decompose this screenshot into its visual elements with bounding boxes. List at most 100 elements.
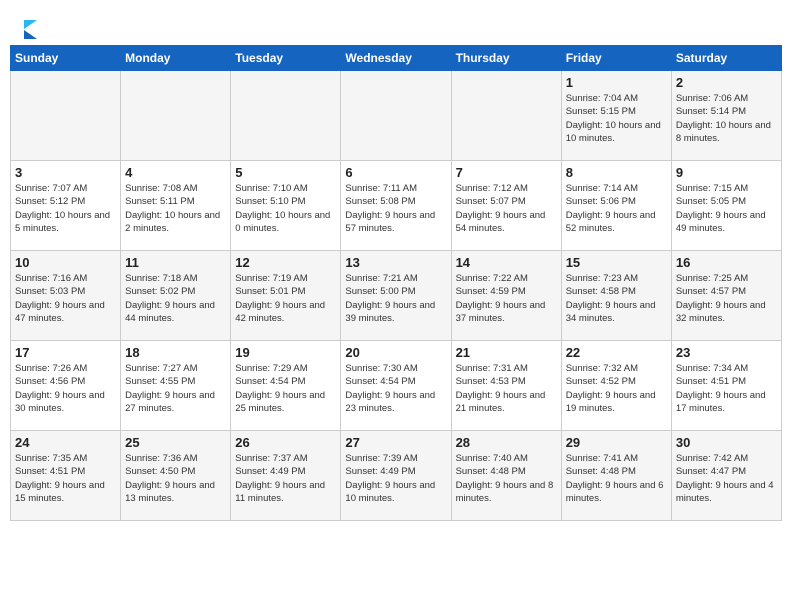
weekday-header-monday: Monday [121,46,231,71]
day-number: 18 [125,345,226,360]
day-number: 23 [676,345,777,360]
calendar-cell: 25 Sunrise: 7:36 AM Sunset: 4:50 PM Dayli… [121,431,231,521]
calendar-week-3: 10 Sunrise: 7:16 AM Sunset: 5:03 PM Dayli… [11,251,782,341]
day-number: 24 [15,435,116,450]
calendar-cell: 23 Sunrise: 7:34 AM Sunset: 4:51 PM Dayli… [671,341,781,431]
day-info: Sunrise: 7:15 AM Sunset: 5:05 PM Dayligh… [676,182,777,235]
calendar-cell: 5 Sunrise: 7:10 AM Sunset: 5:10 PM Daylig… [231,161,341,251]
calendar-cell: 18Sunrise: 7:27 AM Sunset: 4:55 PM Dayli… [121,341,231,431]
calendar-cell [341,71,451,161]
calendar-cell: 8 Sunrise: 7:14 AM Sunset: 5:06 PM Daylig… [561,161,671,251]
day-info: Sunrise: 7:41 AM Sunset: 4:48 PM Dayligh… [566,452,667,505]
calendar-cell: 27 Sunrise: 7:39 AM Sunset: 4:49 PM Dayli… [341,431,451,521]
weekday-header-saturday: Saturday [671,46,781,71]
day-number: 10 [15,255,116,270]
day-number: 14 [456,255,557,270]
calendar-cell: 9 Sunrise: 7:15 AM Sunset: 5:05 PM Daylig… [671,161,781,251]
day-number: 15 [566,255,667,270]
weekday-header-wednesday: Wednesday [341,46,451,71]
calendar-cell: 6Sunrise: 7:11 AM Sunset: 5:08 PM Daylig… [341,161,451,251]
day-info: Sunrise: 7:23 AM Sunset: 4:58 PM Dayligh… [566,272,667,325]
day-info: Sunrise: 7:16 AM Sunset: 5:03 PM Dayligh… [15,272,116,325]
day-info: Sunrise: 7:37 AM Sunset: 4:49 PM Dayligh… [235,452,336,505]
day-info: Sunrise: 7:11 AM Sunset: 5:08 PM Dayligh… [345,182,446,235]
calendar-week-4: 17 Sunrise: 7:26 AM Sunset: 4:56 PM Dayli… [11,341,782,431]
day-info: Sunrise: 7:34 AM Sunset: 4:51 PM Dayligh… [676,362,777,415]
weekday-header-sunday: Sunday [11,46,121,71]
weekday-header-tuesday: Tuesday [231,46,341,71]
calendar-cell [11,71,121,161]
day-number: 7 [456,165,557,180]
day-number: 5 [235,165,336,180]
calendar-cell [121,71,231,161]
day-info: Sunrise: 7:40 AM Sunset: 4:48 PM Dayligh… [456,452,557,505]
page-header [10,10,782,45]
day-info: Sunrise: 7:39 AM Sunset: 4:49 PM Dayligh… [345,452,446,505]
day-number: 17 [15,345,116,360]
day-number: 25 [125,435,226,450]
day-info: Sunrise: 7:14 AM Sunset: 5:06 PM Dayligh… [566,182,667,235]
day-info: Sunrise: 7:10 AM Sunset: 5:10 PM Dayligh… [235,182,336,235]
calendar-week-1: 1 Sunrise: 7:04 AM Sunset: 5:15 PM Daylig… [11,71,782,161]
day-info: Sunrise: 7:18 AM Sunset: 5:02 PM Dayligh… [125,272,226,325]
calendar-cell: 15 Sunrise: 7:23 AM Sunset: 4:58 PM Dayli… [561,251,671,341]
day-number: 22 [566,345,667,360]
weekday-header-friday: Friday [561,46,671,71]
day-info: Sunrise: 7:32 AM Sunset: 4:52 PM Dayligh… [566,362,667,415]
day-info: Sunrise: 7:29 AM Sunset: 4:54 PM Dayligh… [235,362,336,415]
calendar-cell: 4 Sunrise: 7:08 AM Sunset: 5:11 PM Daylig… [121,161,231,251]
day-number: 9 [676,165,777,180]
calendar-cell: 20Sunrise: 7:30 AM Sunset: 4:54 PM Dayli… [341,341,451,431]
calendar-cell: 24 Sunrise: 7:35 AM Sunset: 4:51 PM Dayli… [11,431,121,521]
day-number: 12 [235,255,336,270]
calendar-cell: 22 Sunrise: 7:32 AM Sunset: 4:52 PM Dayli… [561,341,671,431]
calendar-cell: 2 Sunrise: 7:06 AM Sunset: 5:14 PM Daylig… [671,71,781,161]
day-number: 4 [125,165,226,180]
day-number: 16 [676,255,777,270]
day-number: 19 [235,345,336,360]
calendar-cell: 7 Sunrise: 7:12 AM Sunset: 5:07 PM Daylig… [451,161,561,251]
day-info: Sunrise: 7:12 AM Sunset: 5:07 PM Dayligh… [456,182,557,235]
calendar-cell: 10 Sunrise: 7:16 AM Sunset: 5:03 PM Dayli… [11,251,121,341]
day-number: 2 [676,75,777,90]
logo [20,18,37,39]
calendar-cell: 26 Sunrise: 7:37 AM Sunset: 4:49 PM Dayli… [231,431,341,521]
calendar-cell: 30 Sunrise: 7:42 AM Sunset: 4:47 PM Dayli… [671,431,781,521]
day-number: 26 [235,435,336,450]
day-info: Sunrise: 7:36 AM Sunset: 4:50 PM Dayligh… [125,452,226,505]
day-info: Sunrise: 7:04 AM Sunset: 5:15 PM Dayligh… [566,92,667,145]
calendar-cell: 21 Sunrise: 7:31 AM Sunset: 4:53 PM Dayli… [451,341,561,431]
day-number: 30 [676,435,777,450]
day-number: 11 [125,255,226,270]
calendar-cell: 13Sunrise: 7:21 AM Sunset: 5:00 PM Dayli… [341,251,451,341]
day-number: 1 [566,75,667,90]
day-info: Sunrise: 7:31 AM Sunset: 4:53 PM Dayligh… [456,362,557,415]
day-info: Sunrise: 7:42 AM Sunset: 4:47 PM Dayligh… [676,452,777,505]
day-info: Sunrise: 7:35 AM Sunset: 4:51 PM Dayligh… [15,452,116,505]
calendar-cell [451,71,561,161]
day-info: Sunrise: 7:06 AM Sunset: 5:14 PM Dayligh… [676,92,777,145]
day-number: 28 [456,435,557,450]
day-info: Sunrise: 7:22 AM Sunset: 4:59 PM Dayligh… [456,272,557,325]
calendar-cell: 14 Sunrise: 7:22 AM Sunset: 4:59 PM Dayli… [451,251,561,341]
day-number: 29 [566,435,667,450]
day-info: Sunrise: 7:26 AM Sunset: 4:56 PM Dayligh… [15,362,116,415]
day-number: 27 [345,435,446,450]
day-info: Sunrise: 7:08 AM Sunset: 5:11 PM Dayligh… [125,182,226,235]
calendar-week-2: 3 Sunrise: 7:07 AM Sunset: 5:12 PM Daylig… [11,161,782,251]
day-number: 8 [566,165,667,180]
calendar-cell: 16Sunrise: 7:25 AM Sunset: 4:57 PM Dayli… [671,251,781,341]
day-info: Sunrise: 7:21 AM Sunset: 5:00 PM Dayligh… [345,272,446,325]
calendar-table: SundayMondayTuesdayWednesdayThursdayFrid… [10,45,782,521]
calendar-week-5: 24 Sunrise: 7:35 AM Sunset: 4:51 PM Dayli… [11,431,782,521]
calendar-cell: 3 Sunrise: 7:07 AM Sunset: 5:12 PM Daylig… [11,161,121,251]
day-number: 21 [456,345,557,360]
calendar-cell [231,71,341,161]
weekday-header-thursday: Thursday [451,46,561,71]
day-number: 3 [15,165,116,180]
day-number: 20 [345,345,446,360]
calendar-cell: 12 Sunrise: 7:19 AM Sunset: 5:01 PM Dayli… [231,251,341,341]
calendar-cell: 19 Sunrise: 7:29 AM Sunset: 4:54 PM Dayli… [231,341,341,431]
day-info: Sunrise: 7:07 AM Sunset: 5:12 PM Dayligh… [15,182,116,235]
day-info: Sunrise: 7:19 AM Sunset: 5:01 PM Dayligh… [235,272,336,325]
